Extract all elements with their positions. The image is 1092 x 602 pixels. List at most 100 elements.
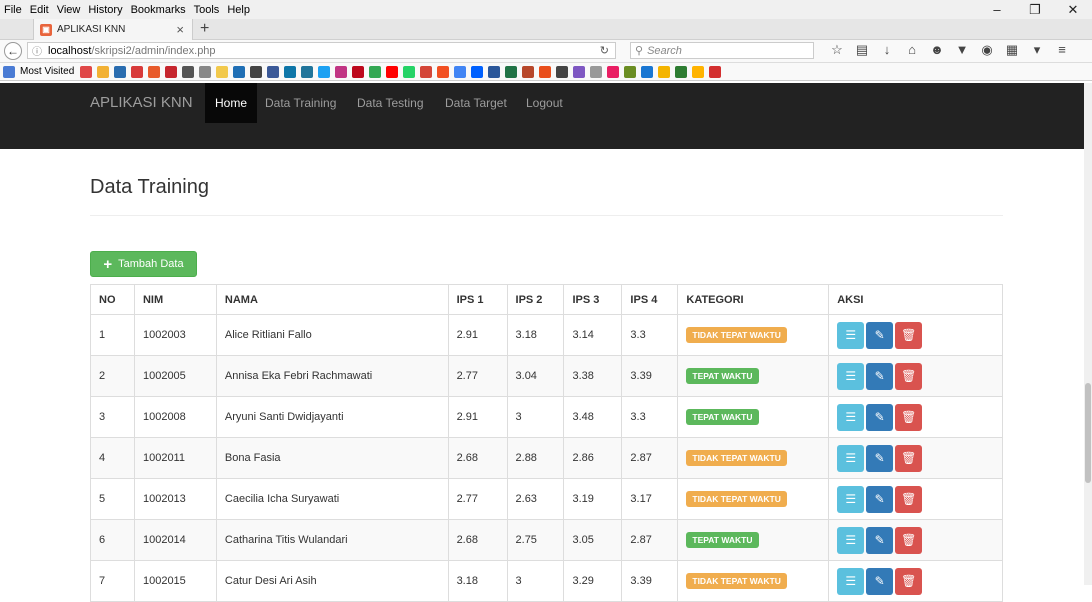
reload-icon[interactable]: ↻ <box>600 44 609 57</box>
edit-button[interactable]: ✎ <box>866 526 894 554</box>
list-icon: ☰ <box>845 328 857 342</box>
bookmark-icon[interactable] <box>352 65 365 78</box>
library-icon[interactable]: ▦ <box>1005 42 1019 58</box>
back-arrow-icon[interactable]: ← <box>4 42 22 60</box>
reading-list-icon[interactable]: ▤ <box>855 42 869 58</box>
add-data-button[interactable]: + Tambah Data <box>90 251 197 277</box>
pocket-icon[interactable]: ▼ <box>955 42 969 58</box>
edit-button[interactable]: ✎ <box>866 362 894 390</box>
delete-button[interactable]: 🗑 <box>895 403 923 431</box>
cell-ips1: 2.68 <box>447 519 508 561</box>
nav-data-training[interactable]: Data Training <box>255 83 346 123</box>
detail-button[interactable]: ☰ <box>837 485 865 513</box>
close-tab-icon[interactable]: × <box>176 22 184 37</box>
bookmark-icon[interactable] <box>233 65 246 78</box>
edit-button[interactable]: ✎ <box>866 567 894 595</box>
detail-button[interactable]: ☰ <box>837 526 865 554</box>
delete-button[interactable]: 🗑 <box>895 444 923 472</box>
minimize-icon[interactable]: – <box>978 0 1016 19</box>
menu-view[interactable]: View <box>53 4 85 16</box>
bookmark-icon[interactable] <box>403 65 416 78</box>
bookmark-icon[interactable] <box>386 65 399 78</box>
bookmark-icon[interactable] <box>573 65 586 78</box>
home-icon[interactable]: ⌂ <box>905 42 919 58</box>
bookmark-icon[interactable] <box>335 65 348 78</box>
edit-button[interactable]: ✎ <box>866 321 894 349</box>
bookmark-icon[interactable] <box>114 65 127 78</box>
info-icon[interactable]: ⓘ <box>32 43 42 58</box>
extension-icon[interactable]: ☻ <box>930 42 944 58</box>
bookmark-icon[interactable] <box>250 65 263 78</box>
scrollbar-thumb[interactable] <box>1085 383 1091 483</box>
download-icon[interactable]: ↓ <box>880 42 894 58</box>
bookmark-icon[interactable] <box>216 65 229 78</box>
bookmark-icon[interactable] <box>199 65 212 78</box>
bookmark-icon[interactable] <box>607 65 620 78</box>
delete-button[interactable]: 🗑 <box>895 567 923 595</box>
menu-tools[interactable]: Tools <box>190 4 224 16</box>
browser-tab[interactable]: ▣ APLIKASI KNN × <box>33 19 193 40</box>
bookmark-icon[interactable] <box>658 65 671 78</box>
bookmark-icon[interactable] <box>709 65 722 78</box>
addon-icon[interactable]: ◉ <box>980 42 994 58</box>
bookmark-icon[interactable] <box>97 65 110 78</box>
detail-button[interactable]: ☰ <box>837 321 865 349</box>
nav-data-target[interactable]: Data Target <box>435 83 517 123</box>
menu-edit[interactable]: Edit <box>26 4 53 16</box>
menu-help[interactable]: Help <box>223 4 254 16</box>
bookmark-icon[interactable] <box>556 65 569 78</box>
delete-button[interactable]: 🗑 <box>895 362 923 390</box>
bookmark-icon[interactable] <box>420 65 433 78</box>
bookmark-icon[interactable] <box>624 65 637 78</box>
nav-data-testing[interactable]: Data Testing <box>347 83 434 123</box>
url-bar[interactable]: ⓘ localhost/skripsi2/admin/index.php ↻ <box>27 42 616 59</box>
bookmark-icon[interactable] <box>675 65 688 78</box>
bookmark-icon[interactable] <box>301 65 314 78</box>
bookmark-icon[interactable] <box>692 65 705 78</box>
bookmark-icon[interactable] <box>80 65 93 78</box>
page-scrollbar[interactable] <box>1084 83 1092 585</box>
menu-bookmarks[interactable]: Bookmarks <box>127 4 190 16</box>
most-visited-link[interactable]: Most Visited <box>20 66 74 77</box>
bookmark-icon[interactable] <box>505 65 518 78</box>
app-brand[interactable]: APLIKASI KNN <box>90 83 193 123</box>
new-tab-icon[interactable]: + <box>200 19 209 39</box>
restore-icon[interactable]: ❐ <box>1016 0 1054 19</box>
bookmark-icon[interactable] <box>267 65 280 78</box>
detail-button[interactable]: ☰ <box>837 403 865 431</box>
detail-button[interactable]: ☰ <box>837 567 865 595</box>
bookmark-icon[interactable] <box>488 65 501 78</box>
bookmark-icon[interactable] <box>590 65 603 78</box>
bookmark-icon[interactable] <box>369 65 382 78</box>
menu-file[interactable]: File <box>0 4 26 16</box>
bookmark-icon[interactable] <box>182 65 195 78</box>
bookmark-icon[interactable] <box>148 65 161 78</box>
edit-button[interactable]: ✎ <box>866 403 894 431</box>
delete-button[interactable]: 🗑 <box>895 485 923 513</box>
nav-logout[interactable]: Logout <box>516 83 573 123</box>
column-header-kategori: KATEGORI <box>677 284 830 315</box>
bookmark-icon[interactable] <box>318 65 331 78</box>
bookmark-icon[interactable] <box>539 65 552 78</box>
hamburger-menu-icon[interactable]: ≡ <box>1055 42 1069 58</box>
bookmark-icon[interactable] <box>522 65 535 78</box>
delete-button[interactable]: 🗑 <box>895 526 923 554</box>
bookmark-icon[interactable] <box>454 65 467 78</box>
nav-home[interactable]: Home <box>205 83 258 123</box>
detail-button[interactable]: ☰ <box>837 362 865 390</box>
bookmark-icon[interactable] <box>284 65 297 78</box>
edit-button[interactable]: ✎ <box>866 485 894 513</box>
search-input[interactable]: ⚲ Search <box>630 42 814 59</box>
edit-button[interactable]: ✎ <box>866 444 894 472</box>
detail-button[interactable]: ☰ <box>837 444 865 472</box>
bookmark-icon[interactable] <box>165 65 178 78</box>
bookmark-icon[interactable] <box>437 65 450 78</box>
bookmark-icon[interactable] <box>471 65 484 78</box>
close-window-icon[interactable]: ✕ <box>1054 0 1092 19</box>
bookmark-star-icon[interactable]: ☆ <box>830 42 844 58</box>
bookmark-icon[interactable] <box>641 65 654 78</box>
delete-button[interactable]: 🗑 <box>895 321 923 349</box>
bookmark-icon[interactable] <box>131 65 144 78</box>
menu-history[interactable]: History <box>84 4 126 16</box>
overflow-icon[interactable]: ▾ <box>1030 42 1044 58</box>
